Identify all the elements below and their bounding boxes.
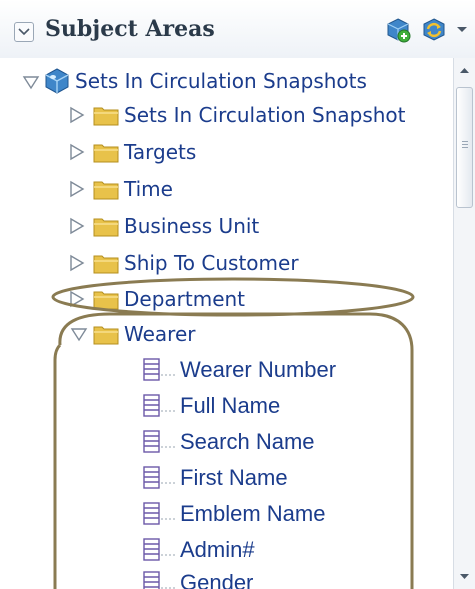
- folder-icon: [93, 144, 119, 163]
- column-label: Wearer Number: [180, 357, 337, 382]
- tree-folder-targets[interactable]: Targets: [0, 135, 453, 169]
- add-subject-area-icon[interactable]: [384, 16, 412, 44]
- chevron-down-icon[interactable]: [456, 26, 468, 34]
- collapsed-triangle-icon[interactable]: [68, 217, 86, 235]
- folder-icon: [93, 218, 119, 237]
- folder-icon: [93, 326, 119, 345]
- refresh-icon[interactable]: [420, 16, 448, 44]
- folder-label: Department: [124, 287, 246, 311]
- folder-icon: [93, 181, 119, 200]
- scrollbar-thumb[interactable]: [456, 87, 473, 208]
- column-icon: [143, 571, 175, 589]
- column-icon: [143, 430, 175, 453]
- tree-column-gender[interactable]: Gender: [0, 566, 453, 589]
- column-icon: [143, 358, 175, 381]
- column-icon: [143, 394, 175, 417]
- column-label: Emblem Name: [180, 501, 326, 526]
- collapsed-triangle-icon[interactable]: [68, 143, 86, 161]
- tree-column-full-name[interactable]: Full Name: [0, 389, 453, 423]
- tree-folder-sets-in-circulation-snapshot[interactable]: Sets In Circulation Snapshot: [0, 98, 453, 132]
- tree-column-search-name[interactable]: Search Name: [0, 425, 453, 459]
- collapsed-triangle-icon[interactable]: [68, 180, 86, 198]
- panel-title: Subject Areas: [45, 16, 215, 42]
- folder-label: Business Unit: [124, 214, 260, 238]
- column-label: Search Name: [180, 429, 315, 454]
- tree-column-admin[interactable]: Admin#: [0, 533, 453, 567]
- scroll-down-arrow-icon[interactable]: [459, 573, 470, 581]
- folder-icon: [93, 107, 119, 126]
- folder-icon: [93, 291, 119, 310]
- collapsed-triangle-icon[interactable]: [68, 254, 86, 272]
- folder-icon: [93, 255, 119, 274]
- folder-label: Wearer: [124, 322, 196, 346]
- cube-icon: [45, 68, 69, 94]
- folder-label: Ship To Customer: [124, 251, 299, 275]
- column-label: Full Name: [180, 393, 281, 418]
- tree-column-emblem-name[interactable]: Emblem Name: [0, 497, 453, 531]
- expanded-triangle-icon[interactable]: [70, 325, 88, 343]
- column-icon: [143, 538, 175, 561]
- tree-column-first-name[interactable]: First Name: [0, 461, 453, 495]
- tree-folder-time[interactable]: Time: [0, 172, 453, 206]
- column-icon: [143, 466, 175, 489]
- tree-folder-department[interactable]: Department: [0, 282, 453, 316]
- tree-node-root[interactable]: Sets In Circulation Snapshots: [0, 64, 453, 98]
- collapsed-triangle-icon[interactable]: [68, 106, 86, 124]
- expanded-triangle-icon[interactable]: [22, 73, 40, 91]
- folder-label: Sets In Circulation Snapshot: [124, 103, 406, 127]
- tree-folder-ship-to-customer[interactable]: Ship To Customer: [0, 246, 453, 280]
- collapsed-triangle-icon[interactable]: [68, 290, 86, 308]
- column-icon: [143, 502, 175, 525]
- column-label: Gender: [180, 570, 254, 589]
- collapse-panel-button[interactable]: [14, 22, 34, 42]
- column-label: First Name: [180, 465, 288, 490]
- folder-label: Time: [124, 177, 173, 201]
- vertical-scrollbar[interactable]: [453, 58, 475, 589]
- chevron-down-icon: [18, 28, 30, 36]
- tree-column-wearer-number[interactable]: Wearer Number: [0, 353, 453, 387]
- column-label: Admin#: [180, 537, 255, 562]
- folder-label: Targets: [124, 140, 197, 164]
- scroll-up-arrow-icon[interactable]: [459, 66, 470, 74]
- subject-area-tree: Sets In Circulation Snapshots Sets In Ci…: [0, 58, 453, 589]
- grip-icon: [462, 141, 468, 142]
- root-label: Sets In Circulation Snapshots: [75, 69, 367, 93]
- tree-folder-business-unit[interactable]: Business Unit: [0, 209, 453, 243]
- subject-areas-header: Subject Areas: [0, 0, 475, 58]
- tree-folder-wearer[interactable]: Wearer: [0, 317, 453, 351]
